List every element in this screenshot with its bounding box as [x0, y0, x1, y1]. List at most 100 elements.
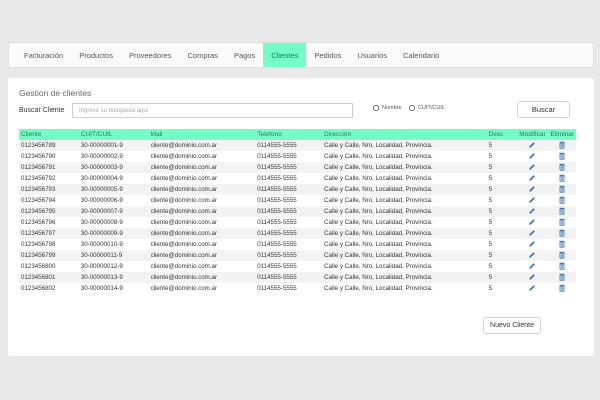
tab-proveedores[interactable]: Proveedores: [121, 43, 180, 67]
pencil-icon[interactable]: [528, 152, 536, 160]
trash-icon[interactable]: [558, 229, 566, 237]
trash-icon[interactable]: [558, 141, 566, 149]
table-row[interactable]: 0123456801 30-00000013-9 cliente@dominio.c…: [19, 272, 576, 283]
trash-icon[interactable]: [558, 251, 566, 259]
cell-telefono: 0114555-5555: [255, 283, 323, 294]
cell-desc: 5: [486, 228, 517, 239]
pencil-icon[interactable]: [528, 240, 536, 248]
cell-desc: 5: [486, 272, 517, 283]
cell-desc: 5: [486, 162, 517, 173]
cell-cliente: 0123456793: [19, 184, 79, 195]
tab-pedidos[interactable]: Pedidos: [306, 43, 349, 67]
filter-nombre-label: Nombre: [382, 105, 402, 111]
cell-cuit: 30-00000006-9: [78, 195, 149, 206]
cell-telefono: 0114555-5555: [255, 239, 323, 250]
cell-cliente: 0123456798: [19, 239, 79, 250]
col-cliente: Cliente: [19, 129, 79, 140]
clients-table: Cliente CUIT/CUIL Mail Telefono Direccio…: [19, 129, 576, 294]
cell-telefono: 0114555-5555: [255, 184, 323, 195]
table-row[interactable]: 0123456802 30-00000014-9 cliente@dominio.c…: [19, 283, 576, 294]
pencil-icon[interactable]: [528, 185, 536, 193]
cell-cuit: 30-00000013-9: [78, 272, 149, 283]
col-cuit: CUIT/CUIL: [78, 129, 149, 140]
trash-icon[interactable]: [558, 152, 566, 160]
pencil-icon[interactable]: [528, 251, 536, 259]
tab-productos[interactable]: Productos: [71, 43, 121, 67]
pencil-icon[interactable]: [528, 262, 536, 270]
tab-clientes[interactable]: Clientes: [263, 43, 307, 67]
cell-telefono: 0114555-5555: [255, 206, 323, 217]
pencil-icon[interactable]: [528, 284, 536, 292]
cell-mail: cliente@dominio.com.ar: [148, 217, 256, 228]
trash-icon[interactable]: [558, 163, 566, 171]
pencil-icon[interactable]: [528, 218, 536, 226]
new-client-button[interactable]: Nuevo Cliente: [483, 317, 541, 334]
table-row[interactable]: 0123456799 30-00000011-9 cliente@dominio.c…: [19, 250, 576, 261]
trash-icon[interactable]: [558, 174, 566, 182]
cell-telefono: 0114555-5555: [255, 195, 323, 206]
trash-icon[interactable]: [558, 273, 566, 281]
edit-cell: [516, 261, 549, 272]
table-row[interactable]: 0123456796 30-00000008-9 cliente@dominio.c…: [19, 217, 576, 228]
filter-nombre-checkbox[interactable]: [373, 105, 379, 111]
cell-mail: cliente@dominio.com.ar: [148, 206, 256, 217]
table-row[interactable]: 0123456798 30-00000010-9 cliente@dominio.c…: [19, 239, 576, 250]
tab-compras[interactable]: Compras: [180, 43, 226, 67]
cell-direccion: Calle y Calle, Nro, Localidad, Provincia…: [322, 151, 487, 162]
trash-icon[interactable]: [558, 262, 566, 270]
trash-icon[interactable]: [558, 185, 566, 193]
cell-telefono: 0114555-5555: [255, 162, 323, 173]
cell-cliente: 0123456799: [19, 250, 79, 261]
pencil-icon[interactable]: [528, 229, 536, 237]
filter-cuit-checkbox[interactable]: [409, 105, 415, 111]
tab-usuarios[interactable]: Usuarios: [349, 43, 395, 67]
filter-cuit[interactable]: CUIT/CUIL: [409, 105, 445, 111]
edit-cell: [516, 283, 549, 294]
search-input[interactable]: [72, 103, 353, 118]
cell-cliente: 0123456796: [19, 217, 79, 228]
trash-icon[interactable]: [558, 284, 566, 292]
cell-desc: 5: [486, 195, 517, 206]
cell-cuit: 30-00000011-9: [78, 250, 149, 261]
pencil-icon[interactable]: [528, 196, 536, 204]
edit-cell: [516, 184, 549, 195]
table-row[interactable]: 0123456800 30-00000012-9 cliente@dominio.c…: [19, 261, 576, 272]
trash-icon[interactable]: [558, 207, 566, 215]
table-row[interactable]: 0123456789 30-00000001-9 cliente@dominio.c…: [19, 140, 576, 151]
tab-calendario[interactable]: Calendario: [395, 43, 447, 67]
delete-cell: [548, 272, 576, 283]
trash-icon[interactable]: [558, 196, 566, 204]
cell-mail: cliente@dominio.com.ar: [148, 261, 256, 272]
table-row[interactable]: 0123456792 30-00000004-9 cliente@dominio.c…: [19, 173, 576, 184]
pencil-icon[interactable]: [528, 273, 536, 281]
trash-icon[interactable]: [558, 240, 566, 248]
main-navbar: Facturación Productos Proveedores Compras Pa…: [8, 42, 594, 68]
cell-cuit: 30-00000008-9: [78, 217, 149, 228]
pencil-icon[interactable]: [528, 163, 536, 171]
cell-cliente: 0123456790: [19, 151, 79, 162]
cell-mail: cliente@dominio.com.ar: [148, 250, 256, 261]
col-modificar: Modificar: [516, 129, 549, 140]
cell-direccion: Calle y Calle, Nro, Localidad, Provincia…: [322, 206, 487, 217]
tab-pagos[interactable]: Pagos: [226, 43, 263, 67]
table-row[interactable]: 0123456794 30-00000006-9 cliente@dominio.c…: [19, 195, 576, 206]
table-row[interactable]: 0123456795 30-00000007-9 cliente@dominio.c…: [19, 206, 576, 217]
cell-telefono: 0114555-5555: [255, 173, 323, 184]
pencil-icon[interactable]: [528, 207, 536, 215]
table-row[interactable]: 0123456793 30-00000005-9 cliente@dominio.c…: [19, 184, 576, 195]
cell-mail: cliente@dominio.com.ar: [148, 162, 256, 173]
tab-facturacion[interactable]: Facturación: [9, 43, 71, 67]
filter-nombre[interactable]: Nombre: [373, 105, 402, 111]
cell-direccion: Calle y Calle, Nro, Localidad, Provincia…: [322, 140, 487, 151]
cell-cuit: 30-00000002-9: [78, 151, 149, 162]
table-row[interactable]: 0123456797 30-00000009-9 cliente@dominio.c…: [19, 228, 576, 239]
pencil-icon[interactable]: [528, 174, 536, 182]
trash-icon[interactable]: [558, 218, 566, 226]
pencil-icon[interactable]: [528, 141, 536, 149]
table-row[interactable]: 0123456791 30-00000003-9 cliente@dominio.c…: [19, 162, 576, 173]
search-button[interactable]: Buscar: [517, 101, 570, 118]
cell-direccion: Calle y Calle, Nro, Localidad, Provincia…: [322, 261, 487, 272]
cell-cliente: 0123456794: [19, 195, 79, 206]
table-row[interactable]: 0123456790 30-00000002-9 cliente@dominio.c…: [19, 151, 576, 162]
cell-mail: cliente@dominio.com.ar: [148, 228, 256, 239]
